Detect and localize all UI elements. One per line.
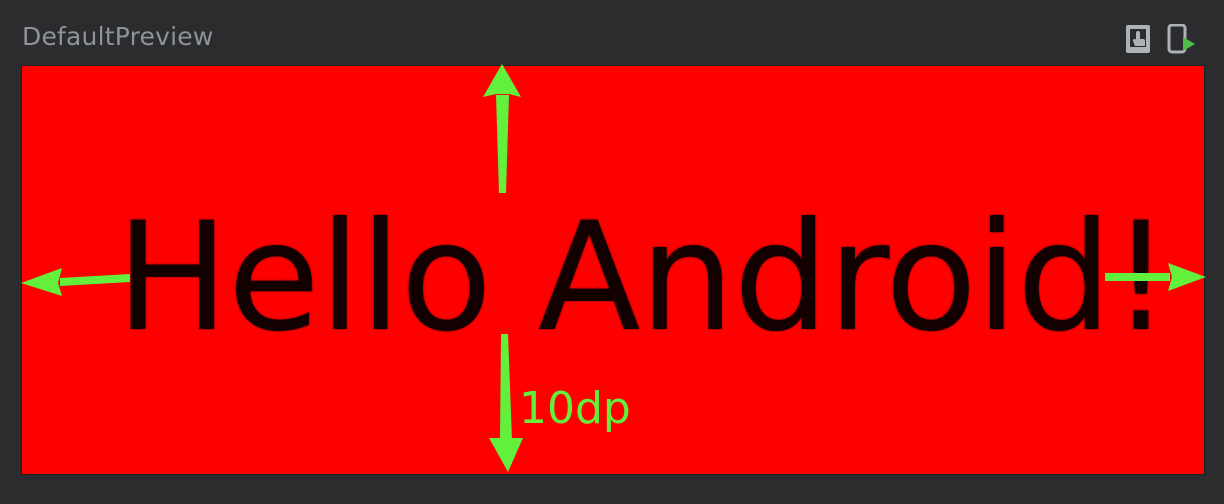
deploy-to-device-icon: [1167, 24, 1195, 54]
interactive-mode-button[interactable]: [1124, 24, 1154, 54]
hello-android-text: Hello Android!: [116, 191, 1171, 365]
preview-panel-title: DefaultPreview: [22, 22, 214, 51]
deploy-to-device-button[interactable]: [1166, 24, 1196, 54]
padding-value-label: 10dp: [519, 383, 631, 434]
interactive-mode-icon: [1126, 25, 1150, 53]
